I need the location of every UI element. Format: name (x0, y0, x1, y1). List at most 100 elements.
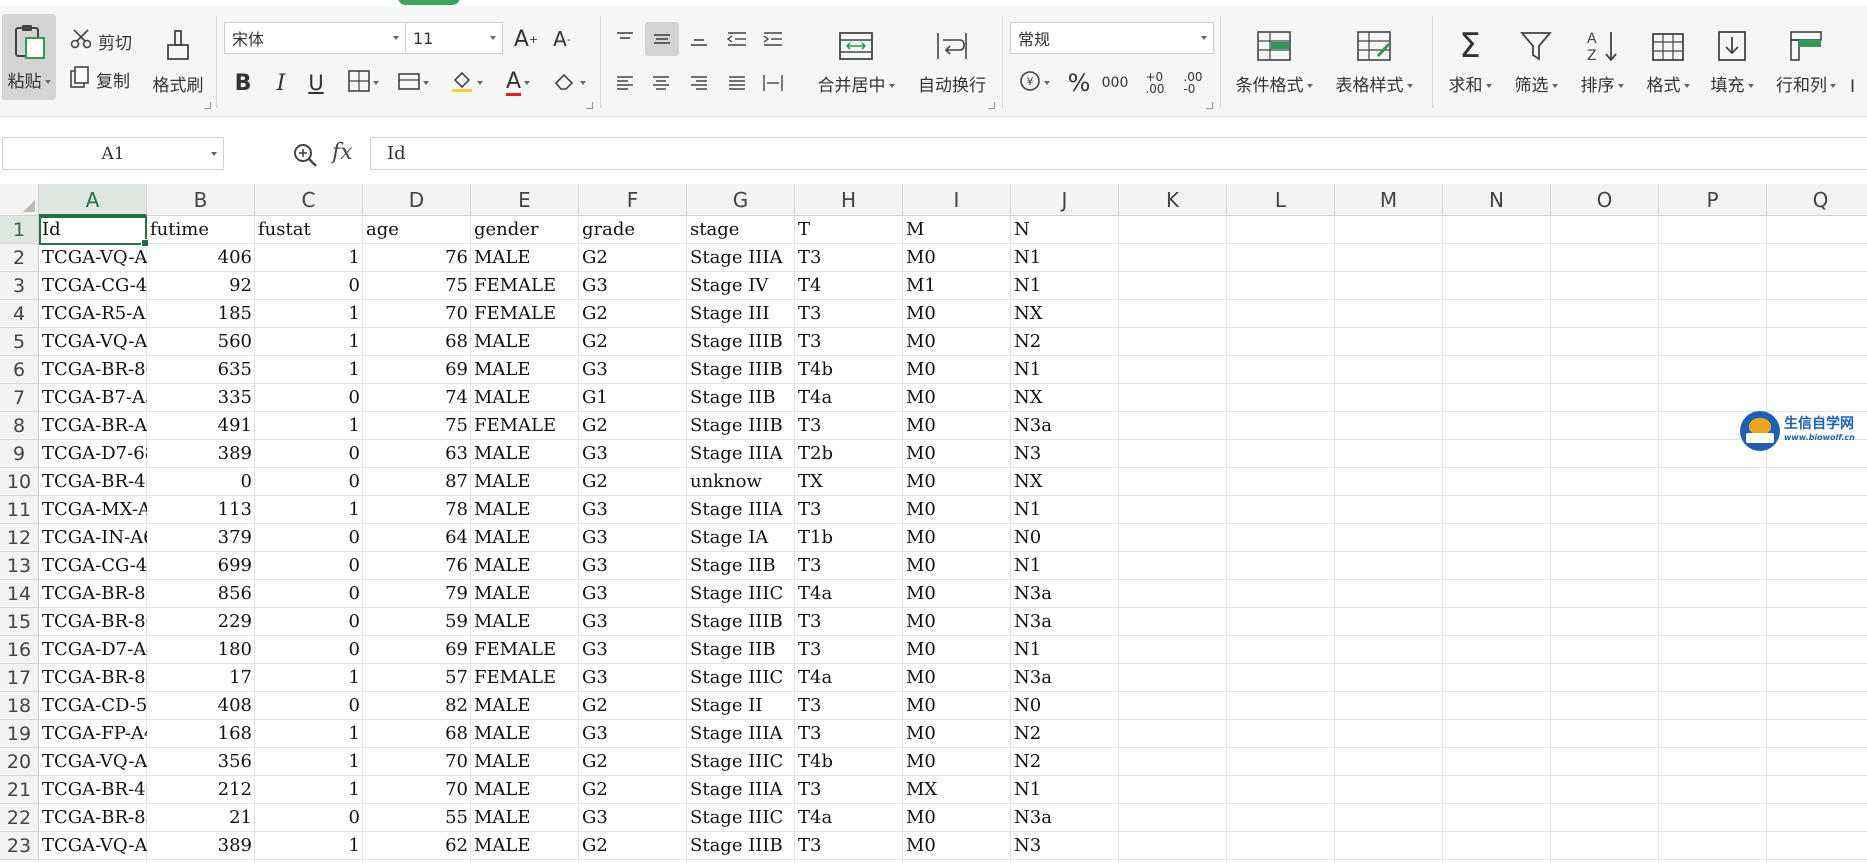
table-cell[interactable]: N1 (1011, 636, 1119, 664)
underline-button[interactable]: U (302, 68, 330, 98)
row-header[interactable]: 1 (0, 216, 39, 244)
row-header[interactable]: 14 (0, 580, 39, 608)
select-all-corner[interactable] (0, 184, 39, 216)
column-header[interactable]: E (471, 184, 579, 216)
table-cell[interactable]: 0 (255, 580, 363, 608)
currency-button[interactable]: ¥ (1012, 68, 1056, 98)
table-cell[interactable]: FEMALE (471, 636, 579, 664)
table-cell[interactable]: G1 (579, 384, 687, 412)
table-cell[interactable]: T1b (795, 524, 903, 552)
table-cell[interactable]: T4b (795, 748, 903, 776)
row-header[interactable]: 19 (0, 720, 39, 748)
table-cell[interactable]: 0 (255, 524, 363, 552)
row-header[interactable]: 20 (0, 748, 39, 776)
decrease-font-icon[interactable]: A- (548, 24, 576, 54)
table-cell[interactable]: N1 (1011, 356, 1119, 384)
percent-icon[interactable]: % (1064, 68, 1094, 98)
table-cell[interactable]: Stage IA (687, 524, 795, 552)
header-cell[interactable]: M (903, 216, 1011, 244)
table-cell[interactable]: T4 (795, 272, 903, 300)
table-cell[interactable]: 379 (147, 524, 255, 552)
table-cell[interactable]: NX (1011, 300, 1119, 328)
header-cell[interactable]: grade (579, 216, 687, 244)
table-cell[interactable]: FEMALE (471, 664, 579, 692)
table-cell[interactable]: M0 (903, 328, 1011, 356)
table-cell[interactable]: 1 (255, 496, 363, 524)
table-cell[interactable]: 635 (147, 356, 255, 384)
table-cell[interactable]: MALE (471, 580, 579, 608)
table-cell[interactable]: Stage IIB (687, 552, 795, 580)
table-cell[interactable]: 1 (255, 776, 363, 804)
table-cell[interactable]: TCGA-VQ-A9 (39, 748, 147, 776)
column-header[interactable]: H (795, 184, 903, 216)
table-cell[interactable]: T3 (795, 496, 903, 524)
table-cell[interactable]: Stage IIIB (687, 608, 795, 636)
table-cell[interactable]: 1 (255, 832, 363, 860)
table-cell[interactable]: TX (795, 468, 903, 496)
table-cell[interactable]: G2 (579, 832, 687, 860)
table-cell[interactable]: Stage IIB (687, 636, 795, 664)
table-cell[interactable]: MALE (471, 804, 579, 832)
table-cell[interactable]: 356 (147, 748, 255, 776)
align-top-icon[interactable] (610, 24, 640, 54)
header-cell[interactable]: futime (147, 216, 255, 244)
table-cell[interactable]: Stage IIIB (687, 356, 795, 384)
bold-button[interactable]: B (230, 68, 256, 98)
table-cell[interactable]: G2 (579, 300, 687, 328)
table-cell[interactable]: Stage IIIA (687, 776, 795, 804)
table-cell[interactable]: MALE (471, 776, 579, 804)
dialog-launcher-icon[interactable] (988, 102, 995, 109)
table-cell[interactable]: G2 (579, 244, 687, 272)
table-cell[interactable]: 856 (147, 580, 255, 608)
table-cell[interactable]: 0 (255, 440, 363, 468)
table-cell[interactable]: G3 (579, 440, 687, 468)
table-cell[interactable]: MALE (471, 720, 579, 748)
column-header[interactable]: G (687, 184, 795, 216)
row-header[interactable]: 10 (0, 468, 39, 496)
table-cell[interactable]: G3 (579, 720, 687, 748)
row-header[interactable]: 6 (0, 356, 39, 384)
row-header[interactable]: 22 (0, 804, 39, 832)
cell-style-button[interactable] (392, 68, 434, 98)
table-cell[interactable]: N2 (1011, 748, 1119, 776)
tab-pill[interactable] (398, 0, 460, 5)
table-cell[interactable]: N2 (1011, 720, 1119, 748)
table-cell[interactable]: Stage IIIC (687, 664, 795, 692)
table-cell[interactable]: TCGA-CG-43 (39, 272, 147, 300)
formula-input[interactable]: Id (370, 137, 1867, 170)
column-header[interactable]: D (363, 184, 471, 216)
align-left-icon[interactable] (610, 68, 640, 98)
align-middle-icon[interactable] (645, 22, 679, 56)
row-col-button[interactable]: 行和列 (1768, 18, 1844, 104)
column-header[interactable]: L (1227, 184, 1335, 216)
table-cell[interactable]: N3a (1011, 412, 1119, 440)
copy-button[interactable]: 复制 (70, 64, 130, 94)
table-cell[interactable]: MALE (471, 748, 579, 776)
table-cell[interactable]: M0 (903, 664, 1011, 692)
dialog-launcher-icon[interactable] (1206, 102, 1213, 109)
table-cell[interactable]: TCGA-IN-A6 (39, 524, 147, 552)
table-cell[interactable]: 82 (363, 692, 471, 720)
filter-button[interactable]: 筛选 (1506, 18, 1566, 104)
increase-decimal-icon[interactable]: +0.00 (1138, 68, 1172, 98)
header-cell[interactable]: T (795, 216, 903, 244)
table-cell[interactable]: G3 (579, 552, 687, 580)
table-cell[interactable]: G3 (579, 356, 687, 384)
table-cell[interactable]: N1 (1011, 244, 1119, 272)
column-header[interactable]: P (1659, 184, 1767, 216)
clear-button[interactable] (548, 68, 590, 98)
table-cell[interactable]: 59 (363, 608, 471, 636)
table-cell[interactable]: 1 (255, 328, 363, 356)
table-cell[interactable]: TCGA-BR-86 (39, 356, 147, 384)
table-cell[interactable]: Stage IIIB (687, 328, 795, 356)
table-cell[interactable]: G3 (579, 580, 687, 608)
table-cell[interactable]: TCGA-BR-83 (39, 804, 147, 832)
table-cell[interactable]: M0 (903, 580, 1011, 608)
table-cell[interactable]: N1 (1011, 272, 1119, 300)
table-cell[interactable]: 185 (147, 300, 255, 328)
table-cell[interactable]: G2 (579, 468, 687, 496)
table-cell[interactable]: unknow (687, 468, 795, 496)
table-cell[interactable]: 1 (255, 748, 363, 776)
table-cell[interactable]: 21 (147, 804, 255, 832)
table-cell[interactable]: N3a (1011, 608, 1119, 636)
